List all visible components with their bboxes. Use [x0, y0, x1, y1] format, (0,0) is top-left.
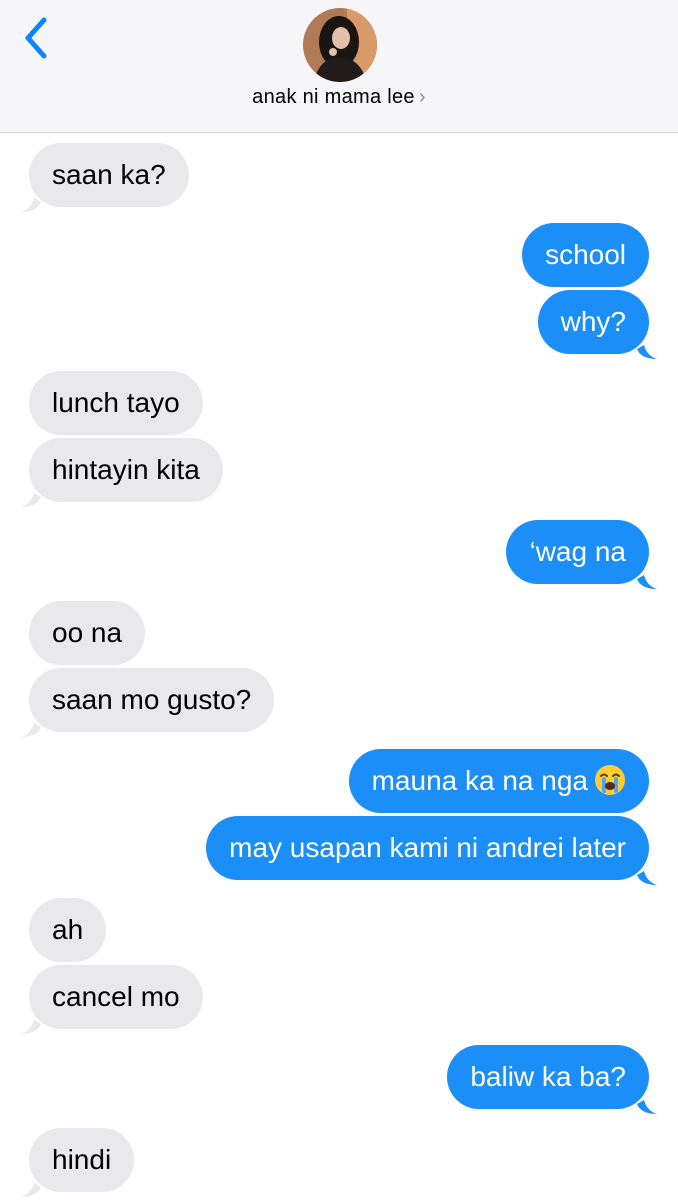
- bubble-tail: [21, 493, 41, 507]
- contact-name-button[interactable]: anak ni mama lee ›: [0, 86, 678, 109]
- bubble-tail: [21, 1020, 41, 1034]
- message-text: ah: [52, 914, 84, 945]
- chevron-left-icon: [25, 17, 47, 59]
- bubble-tail: [21, 723, 41, 737]
- message-text: school: [545, 239, 626, 270]
- message-bubble-incoming[interactable]: cancel mo: [29, 965, 203, 1029]
- message-bubble-outgoing[interactable]: mauna ka na nga: [348, 749, 649, 813]
- message-text: hintayin kita: [52, 454, 200, 485]
- message-bubble-outgoing[interactable]: may usapan kami ni andrei later: [206, 816, 649, 880]
- message-bubble-incoming[interactable]: hintayin kita: [29, 438, 223, 502]
- message-bubble-incoming[interactable]: saan mo gusto?: [29, 668, 275, 732]
- message-text: why?: [560, 306, 626, 337]
- message-text: mauna ka na nga: [371, 765, 588, 796]
- bubble-tail: [637, 575, 657, 589]
- message-text: hindi: [52, 1144, 112, 1175]
- message-bubble-outgoing[interactable]: baliw ka ba?: [447, 1045, 649, 1109]
- message-bubble-incoming[interactable]: ah: [29, 898, 107, 962]
- back-button[interactable]: [18, 14, 58, 62]
- message-bubble-incoming[interactable]: oo na: [29, 601, 146, 665]
- bubble-tail: [637, 345, 657, 359]
- contact-avatar[interactable]: [303, 8, 377, 82]
- loudly-crying-face-emoji: [595, 764, 625, 795]
- message-text: may usapan kami ni andrei later: [229, 832, 626, 863]
- message-bubble-outgoing[interactable]: ‘wag na: [506, 520, 649, 584]
- message-text: ‘wag na: [529, 536, 626, 567]
- message-bubble-incoming[interactable]: hindi: [29, 1128, 135, 1192]
- message-text: baliw ka ba?: [470, 1061, 626, 1092]
- contact-name: anak ni mama lee: [252, 86, 415, 108]
- bubble-tail: [637, 1100, 657, 1114]
- chevron-right-icon: ›: [418, 86, 426, 108]
- bubble-tail: [637, 871, 657, 885]
- conversation-header: anak ni mama lee ›: [0, 0, 678, 133]
- bubble-tail: [21, 1183, 41, 1197]
- message-text: saan mo gusto?: [52, 684, 252, 715]
- bubble-tail: [21, 198, 41, 212]
- message-thread[interactable]: saan ka? school why? lunch tayo hintayin…: [0, 133, 678, 1200]
- message-text: saan ka?: [52, 159, 166, 190]
- message-text: cancel mo: [52, 981, 180, 1012]
- message-bubble-outgoing[interactable]: school: [522, 223, 649, 287]
- message-bubble-incoming[interactable]: lunch tayo: [29, 371, 203, 435]
- message-bubble-outgoing[interactable]: why?: [537, 290, 649, 354]
- message-text: lunch tayo: [52, 387, 180, 418]
- message-text: oo na: [52, 617, 123, 648]
- message-bubble-incoming[interactable]: saan ka?: [29, 143, 189, 207]
